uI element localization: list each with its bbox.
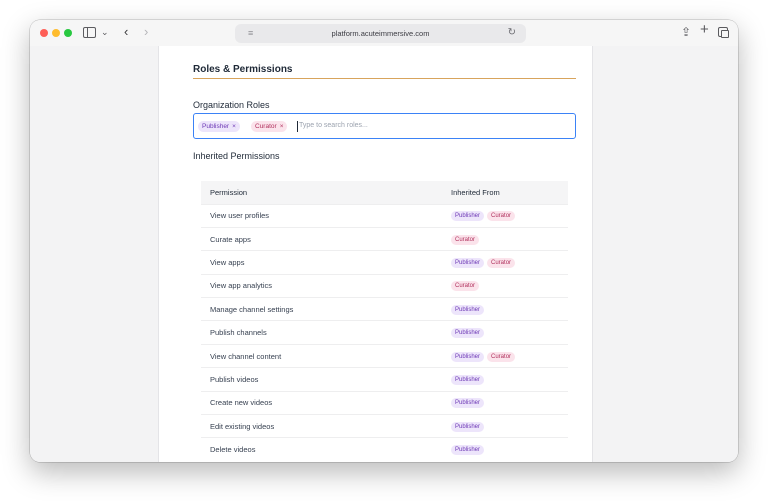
- text-caret: [297, 121, 298, 132]
- table-row: Delete videos Publisher: [201, 437, 568, 462]
- roles-panel: Roles & Permissions Organization Roles P…: [158, 46, 593, 462]
- table-row: View apps Publisher Curator: [201, 250, 568, 275]
- minimize-window-button[interactable]: [52, 29, 60, 37]
- table-row: Manage channel settings Publisher: [201, 297, 568, 321]
- browser-window: ⌄ ‹ › ≡ platform.acuteimmersive.com ↻ ⇪ …: [30, 20, 738, 462]
- inherited-from-cell: Publisher: [445, 390, 568, 415]
- role-badge-curator: Curator: [487, 211, 516, 222]
- permissions-table: Permission Inherited From View user prof…: [201, 181, 568, 462]
- role-chip-publisher: Publisher ×: [198, 121, 240, 132]
- roles-label: Organization Roles: [193, 100, 270, 110]
- permission-name: View channel content: [201, 343, 445, 368]
- inherited-from-cell: Publisher: [445, 414, 568, 438]
- remove-publisher-icon[interactable]: ×: [232, 123, 236, 130]
- table-row: View app analytics Curator: [201, 273, 568, 298]
- table-header-row: Permission Inherited From: [201, 181, 568, 204]
- inherited-permissions-label: Inherited Permissions: [193, 151, 280, 161]
- inherited-from-cell: Curator: [445, 273, 568, 298]
- role-badge-curator: Curator: [451, 281, 480, 292]
- role-badge-publisher: Publisher: [451, 304, 485, 315]
- chevron-down-icon[interactable]: ⌄: [101, 26, 109, 38]
- inherited-from-cell: Publisher: [445, 437, 568, 462]
- permission-name: Publish videos: [201, 367, 445, 392]
- zoom-window-button[interactable]: [64, 29, 72, 37]
- table-body: View user profiles Publisher Curator Curate…: [201, 203, 568, 462]
- permission-name: Publish channels: [201, 320, 445, 345]
- header-inherited-from: Inherited From: [445, 181, 568, 204]
- role-badge-curator: Curator: [487, 351, 516, 362]
- permission-name: Edit existing videos: [201, 414, 445, 438]
- table-row: Curate apps Curator: [201, 226, 568, 251]
- tab-overview-icon[interactable]: [718, 27, 729, 38]
- inherited-from-cell: Publisher: [445, 320, 568, 345]
- permission-name: Manage channel settings: [201, 297, 445, 321]
- inherited-from-cell: Publisher Curator: [445, 250, 568, 275]
- table-row: View channel content Publisher Curator: [201, 343, 568, 368]
- inherited-from-cell: Curator: [445, 226, 568, 251]
- role-badge-publisher: Publisher: [451, 374, 485, 385]
- chevron-left-icon[interactable]: ‹: [124, 25, 128, 38]
- chip-label: Curator: [255, 123, 277, 130]
- page-title: Roles & Permissions: [193, 64, 293, 75]
- inherited-from-cell: Publisher Curator: [445, 343, 568, 368]
- inherited-from-cell: Publisher: [445, 297, 568, 321]
- role-badge-publisher: Publisher: [451, 211, 485, 222]
- table-row: Publish videos Publisher: [201, 367, 568, 392]
- role-badge-publisher: Publisher: [451, 445, 485, 456]
- table-row: Publish channels Publisher: [201, 320, 568, 345]
- role-badge-publisher: Publisher: [451, 328, 485, 339]
- share-icon[interactable]: ⇪: [681, 26, 691, 38]
- close-window-button[interactable]: [40, 29, 48, 37]
- reload-icon[interactable]: ↻: [508, 27, 516, 38]
- inherited-from-cell: Publisher: [445, 367, 568, 392]
- permission-name: View user profiles: [201, 203, 445, 228]
- permission-name: View apps: [201, 250, 445, 275]
- permission-name: Create new videos: [201, 390, 445, 415]
- url-text: platform.acuteimmersive.com: [331, 29, 430, 38]
- search-placeholder[interactable]: Type to search roles...: [299, 122, 368, 129]
- title-divider: [193, 78, 576, 79]
- table-row: Create new videos Publisher: [201, 390, 568, 415]
- page-content: Roles & Permissions Organization Roles P…: [30, 46, 738, 462]
- role-badge-publisher: Publisher: [451, 257, 485, 268]
- header-permission: Permission: [201, 181, 445, 204]
- chevron-right-icon[interactable]: ›: [144, 25, 148, 38]
- role-badge-publisher: Publisher: [451, 421, 485, 432]
- table-row: View user profiles Publisher Curator: [201, 203, 568, 228]
- role-chip-curator: Curator ×: [251, 121, 288, 132]
- inherited-from-cell: Publisher Curator: [445, 203, 568, 228]
- roles-input[interactable]: Publisher × Curator × Type to search roles…: [193, 113, 576, 139]
- role-badge-curator: Curator: [487, 257, 516, 268]
- role-badge-publisher: Publisher: [451, 351, 485, 362]
- role-badge-curator: Curator: [451, 234, 480, 245]
- sidebar-icon[interactable]: [83, 27, 96, 38]
- browser-toolbar: ⌄ ‹ › ≡ platform.acuteimmersive.com ↻ ⇪ …: [30, 20, 738, 46]
- address-bar[interactable]: ≡ platform.acuteimmersive.com ↻: [235, 24, 526, 43]
- permission-name: View app analytics: [201, 273, 445, 298]
- permission-name: Curate apps: [201, 226, 445, 251]
- plus-icon[interactable]: +: [700, 22, 709, 37]
- permission-name: Delete videos: [201, 437, 445, 462]
- remove-curator-icon[interactable]: ×: [280, 123, 284, 130]
- table-row: Edit existing videos Publisher: [201, 414, 568, 438]
- chip-label: Publisher: [202, 123, 230, 130]
- role-badge-publisher: Publisher: [451, 398, 485, 409]
